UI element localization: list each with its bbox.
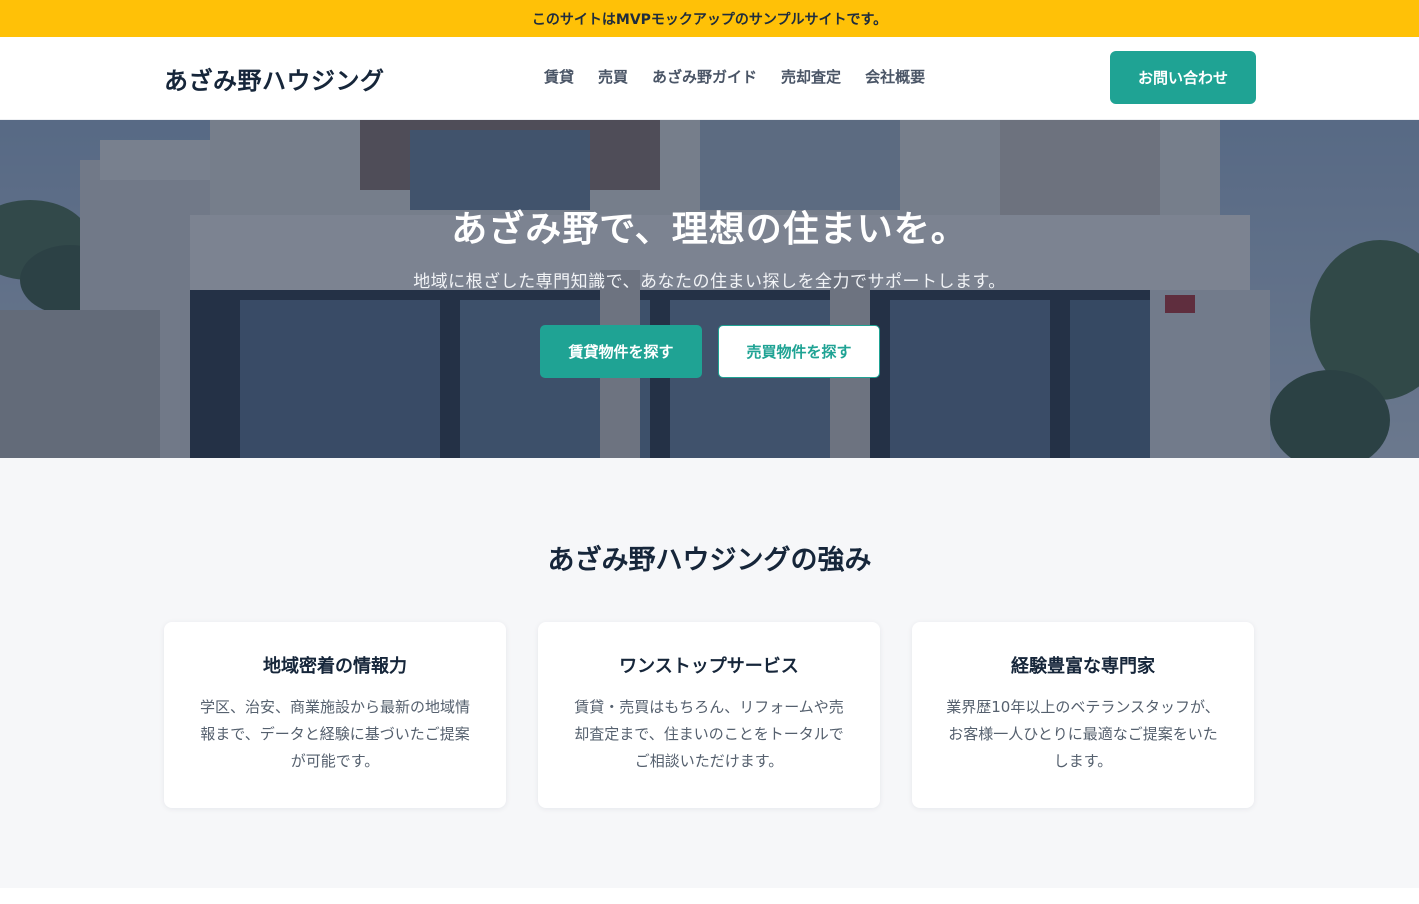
nav-item-rent[interactable]: 賃貸: [544, 66, 574, 87]
strength-cards: 地域密着の情報力 学区、治安、商業施設から最新の地域情報まで、データと経験に基づ…: [164, 622, 1254, 808]
hero-section: あざみ野で、理想の住まいを。 地域に根ざした専門知識で、あなたの住まい探しを全力…: [0, 120, 1419, 458]
strength-card-local-info: 地域密着の情報力 学区、治安、商業施設から最新の地域情報まで、データと経験に基づ…: [164, 622, 506, 808]
card-title: ワンストップサービス: [619, 656, 799, 677]
nav-item-guide[interactable]: あざみ野ガイド: [652, 66, 757, 87]
announcement-banner: このサイトはMVPモックアップのサンプルサイトです。: [0, 0, 1419, 37]
site-logo[interactable]: あざみ野ハウジング: [164, 61, 385, 96]
nav-item-sale[interactable]: 売買: [598, 66, 628, 87]
hero-subtitle: 地域に根ざした専門知識で、あなたの住まい探しを全力でサポートします。: [413, 272, 1006, 292]
hero-title: あざみ野で、理想の住まいを。: [451, 208, 968, 250]
search-sale-button[interactable]: 売買物件を探す: [718, 325, 880, 378]
nav-item-company[interactable]: 会社概要: [865, 66, 925, 87]
card-text: 賃貸・売買はもちろん、リフォームや売却査定まで、住まいのことをトータルでご相談い…: [574, 698, 844, 770]
nav-item-appraisal[interactable]: 売却査定: [781, 66, 841, 87]
card-title: 経験豊富な専門家: [1011, 656, 1155, 677]
hero-buttons: 賃貸物件を探す 売買物件を探す: [540, 325, 880, 378]
site-header: あざみ野ハウジング 賃貸 売買 あざみ野ガイド 売却査定 会社概要 お問い合わせ: [0, 37, 1419, 120]
card-text: 業界歴10年以上のベテランスタッフが、お客様一人ひとりに最適なご提案をいたします…: [946, 698, 1220, 770]
strength-card-one-stop: ワンストップサービス 賃貸・売買はもちろん、リフォームや売却査定まで、住まいのこ…: [538, 622, 880, 808]
hero-content: あざみ野で、理想の住まいを。 地域に根ざした専門知識で、あなたの住まい探しを全力…: [0, 120, 1419, 458]
card-text: 学区、治安、商業施設から最新の地域情報まで、データと経験に基づいたご提案が可能で…: [199, 698, 470, 770]
strength-card-experts: 経験豊富な専門家 業界歴10年以上のベテランスタッフが、お客様一人ひとりに最適な…: [912, 622, 1254, 808]
search-rental-button[interactable]: 賃貸物件を探す: [540, 325, 702, 378]
main-nav: 賃貸 売買 あざみ野ガイド 売却査定 会社概要: [544, 66, 925, 87]
card-title: 地域密着の情報力: [263, 656, 407, 677]
strengths-section: あざみ野ハウジングの強み 地域密着の情報力 学区、治安、商業施設から最新の地域情…: [0, 458, 1419, 888]
banner-text: このサイトはMVPモックアップのサンプルサイトです。: [531, 11, 888, 28]
contact-button[interactable]: お問い合わせ: [1110, 51, 1256, 104]
strengths-title: あざみ野ハウジングの強み: [547, 545, 872, 576]
page-bottom: [0, 888, 1419, 904]
